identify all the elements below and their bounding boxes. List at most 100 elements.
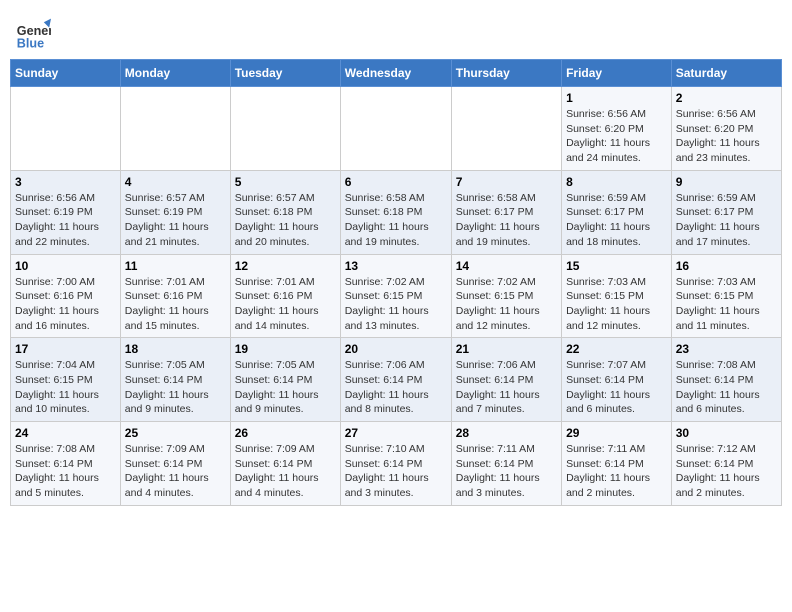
day-info: Sunrise: 7:05 AMSunset: 6:14 PMDaylight:… <box>235 358 336 417</box>
day-cell: 15Sunrise: 7:03 AMSunset: 6:15 PMDayligh… <box>562 254 672 338</box>
day-info: Sunrise: 7:11 AMSunset: 6:14 PMDaylight:… <box>566 442 667 501</box>
week-row-2: 10Sunrise: 7:00 AMSunset: 6:16 PMDayligh… <box>11 254 782 338</box>
day-number: 2 <box>676 91 777 105</box>
day-number: 9 <box>676 175 777 189</box>
day-cell: 8 Sunrise: 6:59 AMSunset: 6:17 PMDaylight… <box>562 170 672 254</box>
day-number: 13 <box>345 259 447 273</box>
day-info: Sunrise: 6:59 AMSunset: 6:17 PMDaylight:… <box>566 191 667 250</box>
day-number: 3 <box>15 175 116 189</box>
week-row-1: 3 Sunrise: 6:56 AMSunset: 6:19 PMDaylight… <box>11 170 782 254</box>
day-cell: 3 Sunrise: 6:56 AMSunset: 6:19 PMDaylight… <box>11 170 121 254</box>
week-row-0: 1 Sunrise: 6:56 AMSunset: 6:20 PMDaylight… <box>11 87 782 171</box>
day-number: 10 <box>15 259 116 273</box>
day-info: Sunrise: 7:01 AMSunset: 6:16 PMDaylight:… <box>125 275 226 334</box>
day-cell: 26Sunrise: 7:09 AMSunset: 6:14 PMDayligh… <box>230 422 340 506</box>
header-monday: Monday <box>120 60 230 87</box>
day-number: 16 <box>676 259 777 273</box>
day-number: 30 <box>676 426 777 440</box>
day-info: Sunrise: 7:09 AMSunset: 6:14 PMDaylight:… <box>125 442 226 501</box>
day-cell: 23 Sunrise: 7:08 AMSunset: 6:14 PMDayligh… <box>671 338 781 422</box>
day-cell: 25 Sunrise: 7:09 AMSunset: 6:14 PMDayligh… <box>120 422 230 506</box>
day-info: Sunrise: 7:06 AMSunset: 6:14 PMDaylight:… <box>456 358 557 417</box>
week-row-3: 17 Sunrise: 7:04 AMSunset: 6:15 PMDayligh… <box>11 338 782 422</box>
day-info: Sunrise: 7:10 AMSunset: 6:14 PMDaylight:… <box>345 442 447 501</box>
day-cell: 16Sunrise: 7:03 AMSunset: 6:15 PMDayligh… <box>671 254 781 338</box>
day-cell <box>120 87 230 171</box>
day-number: 20 <box>345 342 447 356</box>
day-cell: 10Sunrise: 7:00 AMSunset: 6:16 PMDayligh… <box>11 254 121 338</box>
day-number: 29 <box>566 426 667 440</box>
day-number: 8 <box>566 175 667 189</box>
day-cell: 22 Sunrise: 7:07 AMSunset: 6:14 PMDayligh… <box>562 338 672 422</box>
day-info: Sunrise: 6:59 AMSunset: 6:17 PMDaylight:… <box>676 191 777 250</box>
day-number: 28 <box>456 426 557 440</box>
day-info: Sunrise: 7:02 AMSunset: 6:15 PMDaylight:… <box>456 275 557 334</box>
day-info: Sunrise: 7:04 AMSunset: 6:15 PMDaylight:… <box>15 358 116 417</box>
day-cell: 17 Sunrise: 7:04 AMSunset: 6:15 PMDayligh… <box>11 338 121 422</box>
day-cell: 14 Sunrise: 7:02 AMSunset: 6:15 PMDayligh… <box>451 254 561 338</box>
day-number: 22 <box>566 342 667 356</box>
day-info: Sunrise: 7:05 AMSunset: 6:14 PMDaylight:… <box>125 358 226 417</box>
logo: General Blue <box>15 15 51 51</box>
day-number: 1 <box>566 91 667 105</box>
day-number: 18 <box>125 342 226 356</box>
day-cell: 4Sunrise: 6:57 AMSunset: 6:19 PMDaylight… <box>120 170 230 254</box>
day-info: Sunrise: 7:12 AMSunset: 6:14 PMDaylight:… <box>676 442 777 501</box>
day-cell <box>230 87 340 171</box>
day-cell <box>340 87 451 171</box>
day-cell: 11 Sunrise: 7:01 AMSunset: 6:16 PMDayligh… <box>120 254 230 338</box>
day-cell: 19 Sunrise: 7:05 AMSunset: 6:14 PMDayligh… <box>230 338 340 422</box>
day-number: 24 <box>15 426 116 440</box>
day-cell: 29 Sunrise: 7:11 AMSunset: 6:14 PMDayligh… <box>562 422 672 506</box>
day-number: 19 <box>235 342 336 356</box>
day-cell: 6 Sunrise: 6:58 AMSunset: 6:18 PMDaylight… <box>340 170 451 254</box>
day-number: 23 <box>676 342 777 356</box>
day-cell: 24 Sunrise: 7:08 AMSunset: 6:14 PMDayligh… <box>11 422 121 506</box>
day-info: Sunrise: 7:01 AMSunset: 6:16 PMDaylight:… <box>235 275 336 334</box>
day-cell: 20Sunrise: 7:06 AMSunset: 6:14 PMDayligh… <box>340 338 451 422</box>
week-row-4: 24 Sunrise: 7:08 AMSunset: 6:14 PMDayligh… <box>11 422 782 506</box>
day-info: Sunrise: 7:08 AMSunset: 6:14 PMDaylight:… <box>15 442 116 501</box>
header-wednesday: Wednesday <box>340 60 451 87</box>
day-info: Sunrise: 6:56 AMSunset: 6:19 PMDaylight:… <box>15 191 116 250</box>
day-number: 17 <box>15 342 116 356</box>
day-cell <box>451 87 561 171</box>
day-info: Sunrise: 6:58 AMSunset: 6:17 PMDaylight:… <box>456 191 557 250</box>
day-number: 11 <box>125 259 226 273</box>
day-cell: 5Sunrise: 6:57 AMSunset: 6:18 PMDaylight… <box>230 170 340 254</box>
day-cell: 9 Sunrise: 6:59 AMSunset: 6:17 PMDaylight… <box>671 170 781 254</box>
day-info: Sunrise: 7:02 AMSunset: 6:15 PMDaylight:… <box>345 275 447 334</box>
day-cell: 13 Sunrise: 7:02 AMSunset: 6:15 PMDayligh… <box>340 254 451 338</box>
day-number: 21 <box>456 342 557 356</box>
day-number: 27 <box>345 426 447 440</box>
header-sunday: Sunday <box>11 60 121 87</box>
day-cell: 7 Sunrise: 6:58 AMSunset: 6:17 PMDaylight… <box>451 170 561 254</box>
header-thursday: Thursday <box>451 60 561 87</box>
day-number: 14 <box>456 259 557 273</box>
day-number: 25 <box>125 426 226 440</box>
header-saturday: Saturday <box>671 60 781 87</box>
calendar-header-row: SundayMondayTuesdayWednesdayThursdayFrid… <box>11 60 782 87</box>
header-friday: Friday <box>562 60 672 87</box>
day-number: 12 <box>235 259 336 273</box>
day-cell: 21 Sunrise: 7:06 AMSunset: 6:14 PMDayligh… <box>451 338 561 422</box>
day-info: Sunrise: 7:11 AMSunset: 6:14 PMDaylight:… <box>456 442 557 501</box>
logo-icon: General Blue <box>15 15 51 51</box>
day-number: 6 <box>345 175 447 189</box>
day-info: Sunrise: 7:07 AMSunset: 6:14 PMDaylight:… <box>566 358 667 417</box>
day-info: Sunrise: 6:58 AMSunset: 6:18 PMDaylight:… <box>345 191 447 250</box>
day-number: 26 <box>235 426 336 440</box>
day-info: Sunrise: 6:56 AMSunset: 6:20 PMDaylight:… <box>566 107 667 166</box>
day-cell: 1 Sunrise: 6:56 AMSunset: 6:20 PMDaylight… <box>562 87 672 171</box>
day-cell: 18 Sunrise: 7:05 AMSunset: 6:14 PMDayligh… <box>120 338 230 422</box>
day-info: Sunrise: 6:56 AMSunset: 6:20 PMDaylight:… <box>676 107 777 166</box>
day-info: Sunrise: 7:08 AMSunset: 6:14 PMDaylight:… <box>676 358 777 417</box>
header-tuesday: Tuesday <box>230 60 340 87</box>
day-cell: 28 Sunrise: 7:11 AMSunset: 6:14 PMDayligh… <box>451 422 561 506</box>
calendar-table: SundayMondayTuesdayWednesdayThursdayFrid… <box>10 59 782 506</box>
day-cell: 27 Sunrise: 7:10 AMSunset: 6:14 PMDayligh… <box>340 422 451 506</box>
day-info: Sunrise: 7:03 AMSunset: 6:15 PMDaylight:… <box>566 275 667 334</box>
day-cell <box>11 87 121 171</box>
day-cell: 30 Sunrise: 7:12 AMSunset: 6:14 PMDayligh… <box>671 422 781 506</box>
day-number: 7 <box>456 175 557 189</box>
